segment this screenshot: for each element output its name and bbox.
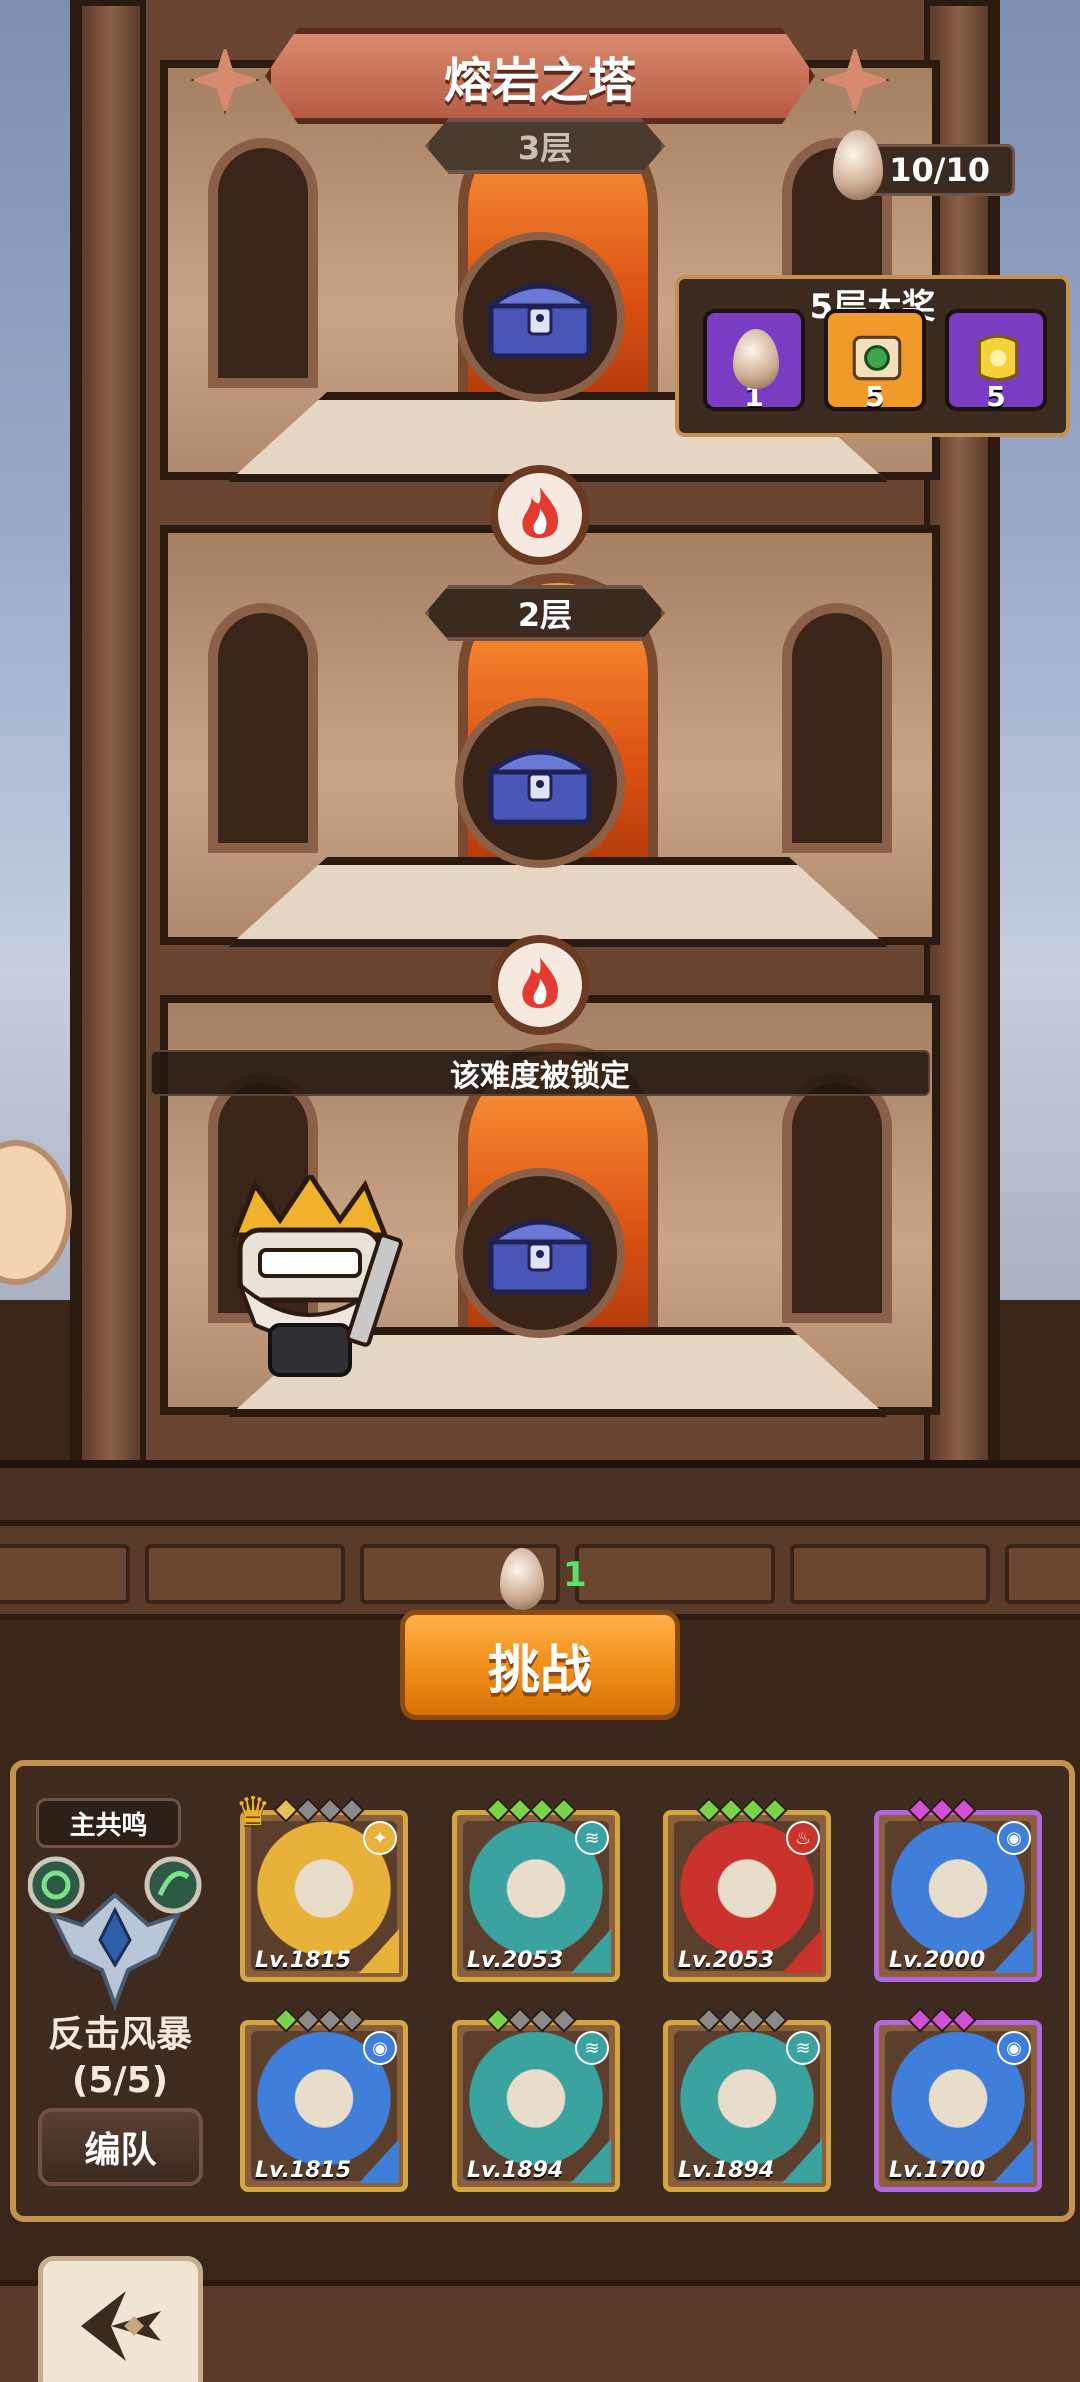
star-icon	[951, 1797, 977, 1823]
floor-arch	[782, 603, 892, 853]
floor-base	[228, 857, 888, 947]
resonance-emblem[interactable]	[28, 1855, 203, 2015]
resonance-skill-count: (5/5)	[71, 2060, 169, 2101]
treasure-chest-icon[interactable]	[455, 232, 625, 402]
star-icon	[551, 1797, 577, 1823]
water-element-icon: ◉	[997, 1821, 1031, 1855]
floor-arch	[208, 138, 318, 388]
hero-card[interactable]: ≋ Lv.2053	[452, 1797, 620, 1982]
light-element-icon: ✦	[363, 1821, 397, 1855]
floor-arch	[782, 1073, 892, 1323]
back-arrow-icon	[80, 2291, 161, 2361]
star-icon	[762, 2007, 788, 2033]
hero-card[interactable]: ✦ Lv.1815 ♛	[235, 1789, 408, 1982]
difficulty-locked-notice: 该难度被锁定	[150, 1050, 930, 1096]
hero-level: Lv.1815	[255, 2158, 352, 2183]
hero-card[interactable]: ◉ Lv.2000	[874, 1797, 1042, 1982]
star-icon	[762, 1797, 788, 1823]
hero-level: Lv.2053	[467, 1948, 564, 1973]
tower-title-banner: 熔岩之塔	[265, 28, 815, 124]
hero-level: Lv.2000	[889, 1948, 986, 1973]
hero-card[interactable]: ◉ Lv.1815	[240, 2007, 408, 2192]
star-icon	[551, 2007, 577, 2033]
hero-card[interactable]: ◉ Lv.1700	[874, 2007, 1042, 2192]
main-resonance-tag: 主共鸣	[36, 1798, 181, 1848]
tower-pillar-left	[76, 0, 146, 1470]
fire-icon	[490, 935, 590, 1035]
hero-level: Lv.1815	[255, 1948, 352, 1973]
king-character	[231, 1175, 403, 1377]
challenge-cost: 1	[563, 1555, 587, 1595]
star-icon	[951, 2007, 977, 2033]
leader-crown-icon: ♛	[235, 1789, 271, 1835]
hero-stars	[485, 2007, 577, 2033]
hero-stars	[907, 1797, 977, 1823]
hero-level: Lv.2053	[678, 1948, 775, 1973]
hero-stars	[485, 1797, 577, 1823]
treasure-chest-icon[interactable]	[455, 1168, 625, 1338]
tower-title: 熔岩之塔	[443, 53, 636, 109]
hero-stars	[696, 1797, 788, 1823]
star-icon	[339, 1797, 365, 1823]
wind-element-icon: ≋	[786, 2031, 820, 2065]
challenge-button[interactable]: 挑战	[400, 1610, 680, 1720]
hero-level: Lv.1700	[889, 2158, 986, 2183]
scroll-icon	[852, 335, 902, 381]
reward-item-scroll[interactable]: 5	[824, 309, 926, 413]
floor-2-label: 2层	[425, 585, 665, 641]
reward-item-egg[interactable]: 1	[703, 309, 805, 413]
hero-card[interactable]: ♨ Lv.2053	[663, 1797, 831, 1982]
formation-button[interactable]: 编队	[38, 2108, 203, 2186]
hero-card[interactable]: ≋ Lv.1894	[663, 2007, 831, 2192]
water-element-icon: ◉	[363, 2031, 397, 2065]
resonance-skill: 反击风暴 (5/5)	[20, 2012, 220, 2104]
hero-level: Lv.1894	[678, 2158, 775, 2183]
treasure-chest-icon[interactable]	[455, 698, 625, 868]
egg-key-icon	[733, 329, 779, 389]
floor-arch	[208, 603, 318, 853]
hero-stars	[273, 2007, 365, 2033]
hero-stars	[273, 1797, 365, 1823]
grand-reward-panel[interactable]: 5层大奖 1 5 5	[675, 275, 1070, 437]
hero-card[interactable]: ≋ Lv.1894	[452, 2007, 620, 2192]
resonance-skill-name: 反击风暴	[47, 2014, 192, 2055]
hero-stars	[907, 2007, 977, 2033]
reward-item-gold-scroll[interactable]: 5	[945, 309, 1047, 413]
wind-element-icon: ≋	[575, 1821, 609, 1855]
hero-level: Lv.1894	[467, 2158, 564, 2183]
wind-element-icon: ≋	[575, 2031, 609, 2065]
key-count: 10/10	[889, 151, 990, 189]
floor-3-label: 3层	[425, 118, 665, 174]
fire-icon	[490, 465, 590, 565]
star-icon	[339, 2007, 365, 2033]
hero-stars	[696, 2007, 788, 2033]
water-element-icon: ◉	[997, 2031, 1031, 2065]
gold-scroll-icon	[977, 334, 1019, 382]
back-button[interactable]	[38, 2256, 203, 2382]
fire-element-icon: ♨	[786, 1821, 820, 1855]
